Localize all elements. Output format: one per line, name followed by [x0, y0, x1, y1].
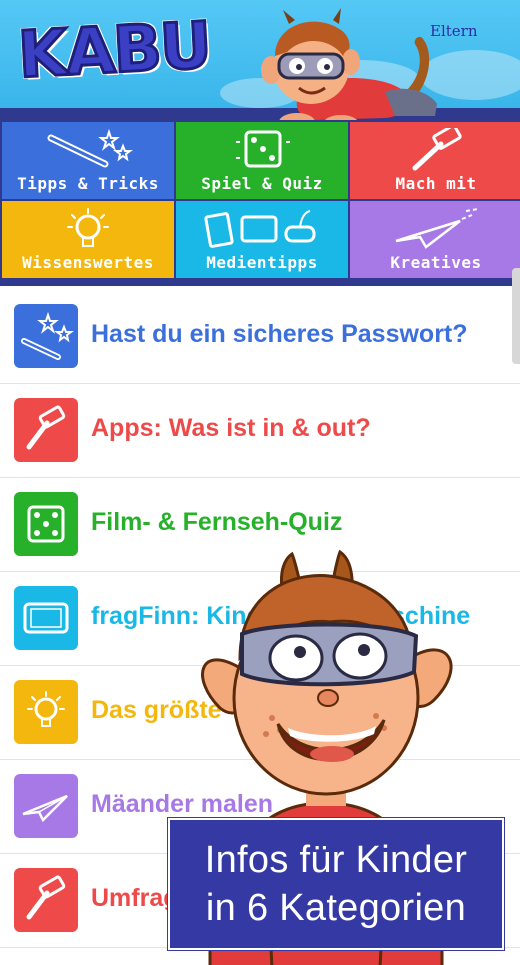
kabu-mascot-lying — [261, 8, 437, 133]
category-kreatives[interactable]: Kreatives — [350, 201, 520, 278]
list-item[interactable]: Hast du ein sicheres Passwort? — [0, 290, 520, 384]
scrollbar[interactable] — [512, 268, 520, 364]
list-item-title: Film- & Fernseh-Quiz — [91, 508, 343, 536]
category-label: Spiel & Quiz — [201, 174, 323, 193]
hammer-icon — [14, 398, 78, 462]
magic-wand-icon — [14, 304, 78, 368]
category-mach-mit[interactable]: Mach mit — [350, 122, 520, 199]
list-item-title: Hast du ein sicheres Passwort? — [91, 320, 468, 348]
list-item[interactable]: Apps: Was ist in & out? — [0, 384, 520, 478]
grid-divider — [0, 278, 520, 286]
lightbulb-icon — [14, 680, 78, 744]
list-item-title: Apps: Was ist in & out? — [91, 414, 371, 442]
category-label: Wissenswertes — [22, 253, 154, 272]
hammer-icon — [14, 868, 78, 932]
promo-line-1: Infos für Kinder — [204, 839, 468, 881]
promo-banner: Infos für Kinder in 6 Kategorien — [168, 818, 504, 950]
dice-icon — [14, 492, 78, 556]
category-wissenswertes[interactable]: Wissenswertes — [2, 201, 174, 278]
magic-wand-icon — [47, 128, 133, 168]
tablet-icon — [14, 586, 78, 650]
promo-line-2: in 6 Kategorien — [205, 887, 467, 929]
lightbulb-icon — [67, 208, 109, 247]
category-label: Medientipps — [206, 253, 318, 272]
kabu-logo[interactable]: KABU — [15, 8, 213, 95]
paper-plane-icon — [395, 208, 479, 249]
category-label: Mach mit — [395, 174, 477, 193]
category-label: Tipps & Tricks — [17, 174, 159, 193]
category-grid: Tipps & Tricks Spiel & Quiz Mach mit Wis… — [0, 120, 520, 278]
category-label: Kreatives — [390, 253, 482, 272]
dice-icon — [236, 130, 290, 168]
paper-plane-icon — [14, 774, 78, 838]
category-spiel-quiz[interactable]: Spiel & Quiz — [176, 122, 348, 199]
category-medientipps[interactable]: Medientipps — [176, 201, 348, 278]
hammer-icon — [412, 128, 462, 171]
category-tipps-tricks[interactable]: Tipps & Tricks — [2, 122, 174, 199]
media-devices-icon — [204, 210, 316, 248]
